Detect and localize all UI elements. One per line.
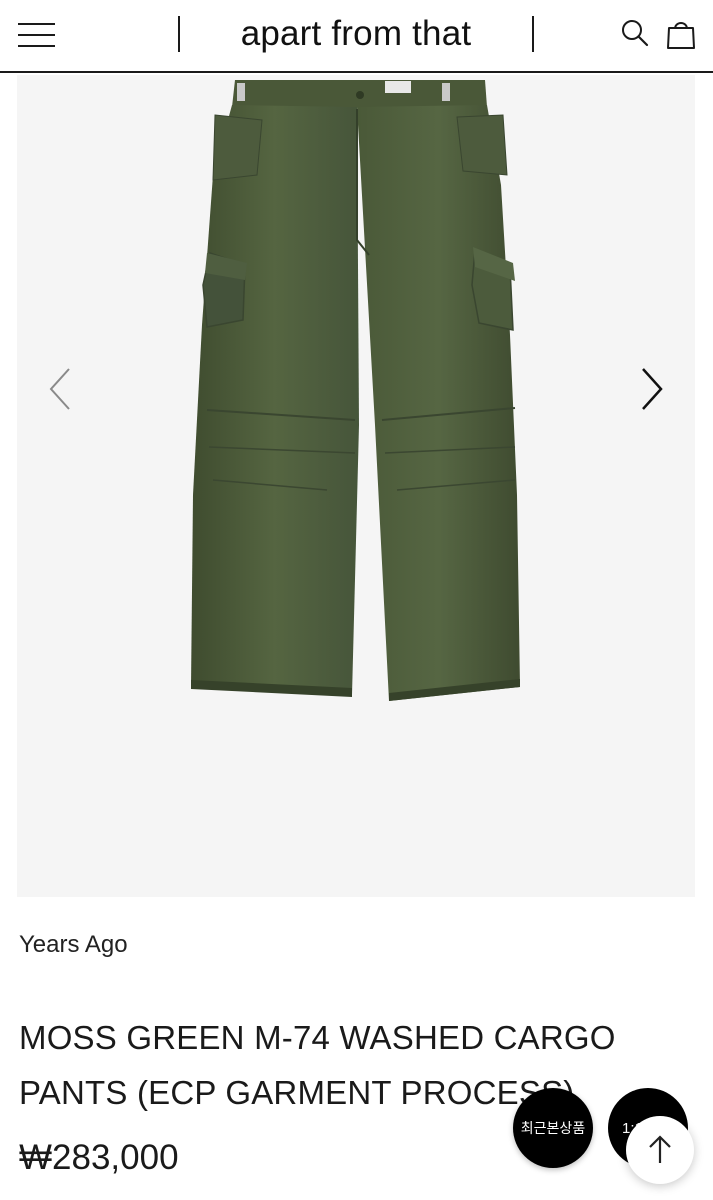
product-brand[interactable]: Years Ago [19,931,128,959]
recently-viewed-label: 최근본상품 [520,1120,586,1136]
recently-viewed-button[interactable]: 최근본상품 [513,1088,593,1168]
site-logo[interactable]: apart from that [186,14,526,54]
search-icon[interactable] [620,18,650,48]
product-title-line-2: PANTS (ECP GARMENT PROCESS) [19,1074,575,1111]
arrow-up-icon [649,1135,671,1163]
chevron-left-icon[interactable] [41,361,81,417]
product-title: MOSS GREEN M-74 WASHED CARGO PANTS (ECP … [19,1010,699,1120]
product-title-line-1: MOSS GREEN M-74 WASHED CARGO [19,1019,616,1056]
site-header: apart from that [0,0,713,73]
header-divider-right [532,16,534,52]
shopping-bag-icon[interactable] [665,16,697,50]
scroll-to-top-button[interactable] [626,1116,694,1184]
product-image-gallery[interactable] [17,75,695,897]
product-price: ₩283,000 [19,1138,179,1177]
product-image [191,80,520,701]
header-divider-left [178,16,180,52]
hamburger-menu-icon[interactable] [18,22,56,48]
chevron-right-icon[interactable] [631,361,671,417]
